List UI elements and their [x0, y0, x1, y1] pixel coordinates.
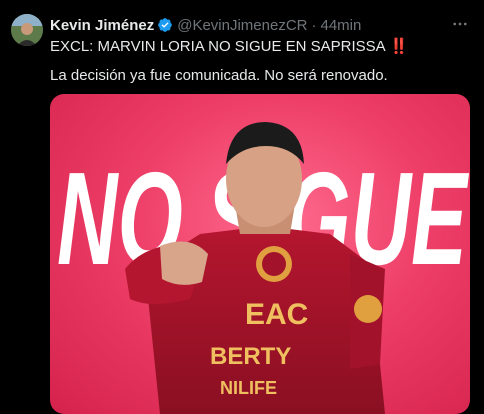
headline-text: EXCL: MARVIN LORIA NO SIGUE EN SAPRISSA [50, 37, 386, 55]
media-graphic: NO SIGUE EAC BERTY NILIFE [57, 122, 470, 414]
tweet-timestamp[interactable]: 44min [321, 17, 362, 34]
jersey-sponsor-1: EAC [245, 298, 308, 331]
tweet-text-body: La decisión ya fue comunicada. No será r… [50, 67, 388, 84]
sleeve-badge [354, 295, 382, 323]
tweet-media-image[interactable]: NO SIGUE EAC BERTY NILIFE [50, 94, 470, 414]
avatar[interactable] [11, 14, 43, 46]
more-options-icon[interactable] [450, 14, 470, 34]
double-exclamation-emoji: ‼️ [389, 38, 409, 55]
player-hand [160, 241, 208, 285]
avatar-image [11, 14, 43, 46]
author-handle[interactable]: @KevinJimenezCR [177, 17, 307, 34]
tweet[interactable]: Kevin Jiménez @KevinJimenezCR · 44min EX… [0, 0, 484, 414]
tweet-text-headline: EXCL: MARVIN LORIA NO SIGUE EN SAPRISSA … [50, 37, 409, 56]
verified-badge-icon [157, 17, 173, 33]
separator-dot: · [311, 16, 317, 34]
author-name[interactable]: Kevin Jiménez [50, 17, 154, 34]
jersey-sponsor-2: BERTY [210, 343, 291, 370]
jersey-sponsor-3: NILIFE [220, 378, 277, 398]
tweet-header: Kevin Jiménez @KevinJimenezCR · 44min [50, 15, 464, 35]
